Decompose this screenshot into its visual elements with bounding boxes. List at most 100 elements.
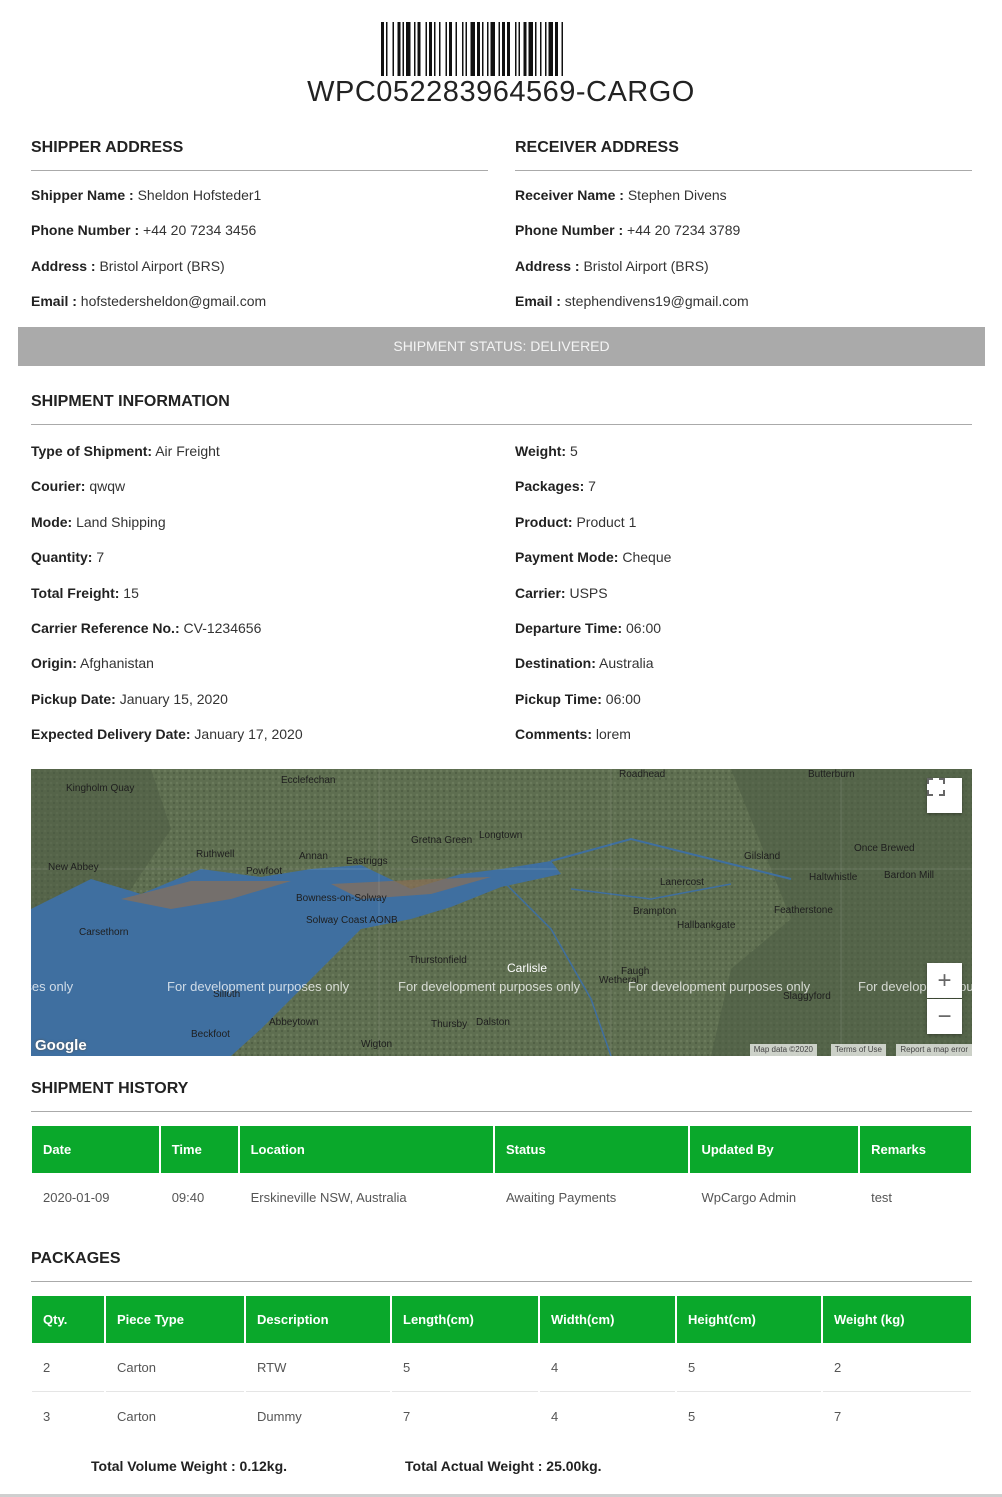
barcode-bar bbox=[417, 22, 421, 76]
shipment-history-section: SHIPMENT HISTORY bbox=[31, 1080, 972, 1112]
barcode-bar bbox=[490, 22, 495, 76]
route-map[interactable]: Ecclefechan Kingholm Quay Ruthwell Annan Eas… bbox=[31, 769, 972, 1056]
table-cell: 5 bbox=[392, 1343, 538, 1392]
history-header-row: Date Time Location Status Updated By Remarks bbox=[32, 1126, 971, 1173]
dev-watermark: For development purposes only bbox=[31, 979, 74, 994]
packages-column-header: Qty. bbox=[32, 1296, 104, 1343]
table-row: 2020-01-09 09:40 Erskineville NSW, Austral… bbox=[32, 1173, 971, 1222]
shipment-status-bar: SHIPMENT STATUS: DELIVERED bbox=[18, 327, 985, 366]
shipment-history-table: Date Time Location Status Updated By Remarks … bbox=[30, 1126, 973, 1222]
barcode-image bbox=[381, 22, 563, 76]
left-info-row: Type of Shipment: Air Freight bbox=[31, 443, 220, 459]
dev-watermark: For development purposes only bbox=[628, 979, 811, 994]
dev-watermark: For development purposes only bbox=[167, 979, 350, 994]
barcode-bar bbox=[518, 22, 520, 76]
map-place-label: Ecclefechan bbox=[281, 775, 336, 786]
shipper-address-section: SHIPPER ADDRESS Shipper Name : Sheldon H… bbox=[31, 139, 488, 319]
table-row: 3 Carton Dummy 7 4 5 7 bbox=[32, 1392, 971, 1441]
map-place-label: Carlisle bbox=[507, 961, 548, 975]
map-place-label: Hallbankgate bbox=[677, 920, 736, 931]
map-place-label: Solway Coast AONB bbox=[306, 915, 398, 926]
barcode-bar bbox=[449, 22, 452, 76]
packages-column-header: Width(cm) bbox=[540, 1296, 675, 1343]
packages-column-header: Piece Type bbox=[106, 1296, 244, 1343]
total-actual-weight: Total Actual Weight : 25.00kg. bbox=[405, 1458, 602, 1474]
barcode-bar bbox=[386, 22, 388, 76]
shipment-information-section: SHIPMENT INFORMATION Type of Shipment: A… bbox=[31, 393, 972, 753]
history-column-header: Location bbox=[239, 1126, 493, 1173]
map-place-label: Dalston bbox=[476, 1017, 510, 1028]
barcode-bar bbox=[477, 22, 480, 76]
left-info-row: Expected Delivery Date: January 17, 2020 bbox=[31, 726, 303, 743]
table-cell: Carton bbox=[117, 1409, 157, 1424]
map-place-label: Bowness-on-Solway bbox=[296, 893, 387, 904]
table-cell: RTW bbox=[246, 1343, 390, 1392]
barcode-bar bbox=[548, 22, 553, 76]
barcode-bar bbox=[425, 22, 427, 76]
map-place-label: Haltwhistle bbox=[809, 872, 858, 883]
shipment-information-title: SHIPMENT INFORMATION bbox=[31, 393, 972, 425]
table-cell: 5 bbox=[688, 1409, 696, 1424]
terms-of-use-link[interactable]: Terms of Use bbox=[830, 1044, 886, 1056]
left-info-row: Total Freight: 15 bbox=[31, 584, 139, 601]
right-info-row: Departure Time: 06:00 bbox=[515, 620, 662, 636]
right-info-row: Comments: lorem bbox=[515, 726, 631, 743]
shipper-email: Email : hofstedersheldon@gmail.com bbox=[31, 293, 267, 309]
history-column-header: Status bbox=[494, 1126, 689, 1173]
table-cell: 2 bbox=[823, 1343, 971, 1392]
packages-column-header: Description bbox=[246, 1296, 390, 1343]
map-place-label: Annan bbox=[299, 851, 328, 862]
map-place-label: Ruthwell bbox=[196, 849, 235, 860]
left-info-row: Courier: qwqw bbox=[31, 478, 126, 495]
packages-title: PACKAGES bbox=[31, 1250, 972, 1282]
barcode-bar bbox=[381, 22, 384, 76]
table-cell: 5 bbox=[677, 1343, 821, 1392]
packages-column-header: Weight (kg) bbox=[823, 1296, 971, 1343]
table-cell: 3 bbox=[43, 1409, 51, 1424]
barcode-bar bbox=[455, 22, 457, 76]
table-cell: 7 bbox=[403, 1409, 411, 1424]
packages-body: 2 Carton RTW 5 4 5 2 3 Carton Dummy 7 4 5 7 bbox=[32, 1343, 971, 1441]
map-place-label: Lanercost bbox=[660, 877, 704, 888]
barcode-container bbox=[0, 22, 1002, 81]
map-data-credit: Map data ©2020 bbox=[749, 1044, 817, 1056]
zoom-in-button[interactable]: + bbox=[927, 963, 962, 998]
receiver-email: Email : stephendivens19@gmail.com bbox=[515, 293, 749, 309]
barcode-bar bbox=[470, 22, 475, 76]
table-cell: Awaiting Payments bbox=[505, 1190, 617, 1205]
barcode-bar bbox=[429, 22, 432, 76]
history-column-header: Time bbox=[160, 1126, 238, 1173]
barcode-bar bbox=[445, 22, 447, 76]
table-cell: 2020-01-09 bbox=[43, 1190, 110, 1205]
fullscreen-icon[interactable] bbox=[927, 778, 962, 813]
right-info-row: Payment Mode: Cheque bbox=[515, 549, 672, 566]
left-info-row: Mode: Land Shipping bbox=[31, 513, 166, 530]
history-body: 2020-01-09 09:40 Erskineville NSW, Austral… bbox=[32, 1173, 971, 1222]
zoom-out-button[interactable]: − bbox=[927, 999, 962, 1034]
right-info-row: Packages: 7 bbox=[515, 478, 596, 495]
history-column-header: Updated By bbox=[690, 1126, 859, 1173]
map-place-label: New Abbey bbox=[48, 862, 99, 873]
map-place-label: Powfoot bbox=[246, 866, 283, 877]
table-row: 2 Carton RTW 5 4 5 2 bbox=[32, 1343, 971, 1392]
map-place-label: Once Brewed bbox=[854, 843, 915, 854]
packages-header-row: Qty. Piece Type Description Length(cm) Width… bbox=[32, 1296, 971, 1343]
barcode-bar bbox=[462, 22, 464, 76]
dev-watermark: For development purposes only bbox=[398, 979, 581, 994]
barcode-bar bbox=[498, 22, 500, 76]
map-place-label: Brampton bbox=[633, 906, 677, 917]
map-place-label: Carsethorn bbox=[79, 927, 129, 938]
receiver-name: Receiver Name : Stephen Divens bbox=[515, 187, 727, 203]
history-column-header: Remarks bbox=[860, 1126, 971, 1173]
barcode-bar bbox=[487, 22, 489, 76]
shipper-name: Shipper Name : Sheldon Hofsteder1 bbox=[31, 187, 262, 203]
table-cell: test bbox=[871, 1190, 893, 1205]
report-map-error-link[interactable]: Report a map error bbox=[896, 1044, 972, 1056]
table-cell: WpCargo Admin bbox=[701, 1190, 797, 1205]
table-cell: 4 bbox=[551, 1409, 559, 1424]
map-place-label: Thurstonfield bbox=[409, 955, 467, 966]
receiver-phone: Phone Number : +44 20 7234 3789 bbox=[515, 222, 741, 238]
left-info-row: Carrier Reference No.: CV-1234656 bbox=[31, 620, 262, 636]
map-place-label: Longtown bbox=[479, 830, 523, 841]
barcode-bar bbox=[414, 22, 416, 76]
